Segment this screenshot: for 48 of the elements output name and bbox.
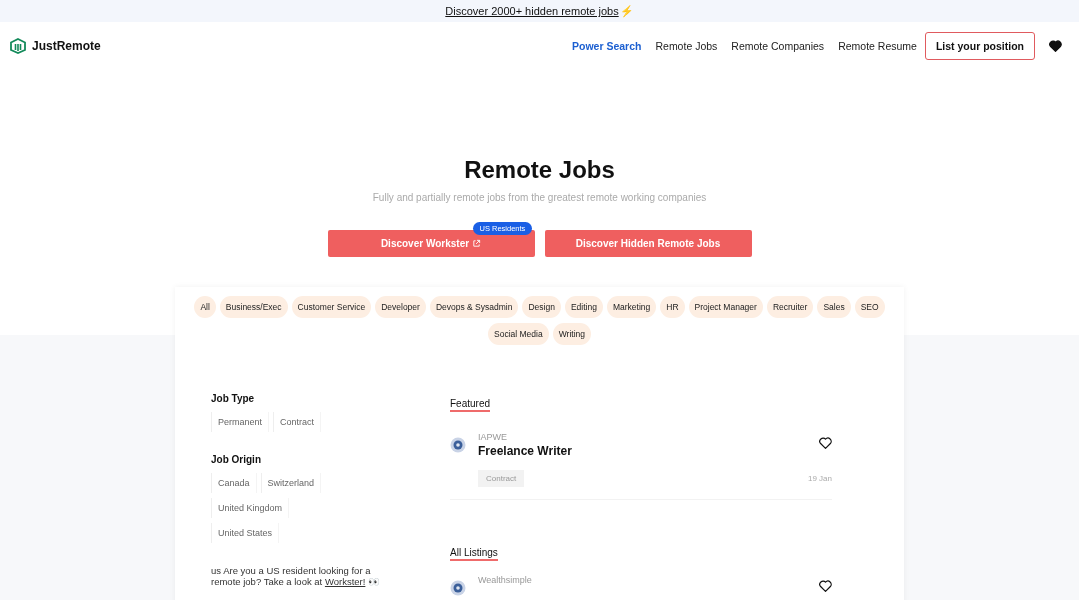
heart-icon[interactable] (819, 437, 832, 449)
category-chip[interactable]: All (194, 296, 216, 318)
nav-link[interactable]: Remote Companies (731, 40, 825, 52)
logo-icon[interactable] (10, 38, 26, 54)
category-chip[interactable]: Business/Exec (219, 296, 288, 318)
page-subtitle: Fully and partially remote jobs from the greatest remote working companies (371, 192, 708, 203)
heart-icon[interactable] (1049, 40, 1062, 52)
category-chip[interactable]: Social Media (488, 323, 549, 345)
filter-option[interactable]: Canada (211, 473, 257, 493)
company-logo-icon (450, 580, 466, 596)
workster-link[interactable]: Workster! (324, 576, 366, 588)
filter-title: Job Origin (211, 454, 262, 465)
category-chip[interactable]: Editing (564, 296, 603, 318)
category-chip[interactable]: Devops & Sysadmin (429, 296, 519, 318)
job-title[interactable]: Freelance Writer (478, 444, 832, 458)
lightning-icon: ⚡ (619, 4, 634, 18)
nav-link[interactable]: Power Search (572, 40, 642, 52)
job-type-tag: Contract (478, 470, 525, 487)
filter-option[interactable]: United Kingdom (211, 498, 290, 518)
category-chip[interactable]: Recruiter (766, 296, 814, 318)
announcement-link[interactable]: Discover 2000+ hidden remote jobs (445, 5, 619, 17)
nav-link[interactable]: Remote Jobs (655, 40, 718, 52)
category-chip[interactable]: Developer (375, 296, 426, 318)
brand-name[interactable]: JustRemote (32, 39, 101, 53)
filter-option[interactable]: Contract (273, 412, 322, 432)
page-title: Remote Jobs (463, 156, 616, 184)
filter-option[interactable]: Permanent (211, 412, 270, 432)
category-chip[interactable]: SEO (854, 296, 885, 318)
filter-option[interactable]: United States (211, 523, 280, 543)
category-chip[interactable]: Marketing (606, 296, 657, 318)
promo-text: us Are you a US resident looking for a remote job? Take a look at Workster! 👀 (211, 565, 381, 588)
category-chip[interactable]: Project Manager (688, 296, 763, 318)
section-title: All Listings (450, 547, 498, 561)
post-date: 19 Jan (807, 474, 832, 483)
company-logo-icon (450, 437, 466, 453)
category-chip[interactable]: Customer Service (291, 296, 372, 318)
filter-option[interactable]: Switzerland (260, 473, 322, 493)
heart-icon[interactable] (819, 580, 832, 592)
category-chip[interactable]: Sales (817, 296, 851, 318)
company-name: IAPWE (478, 432, 508, 442)
filter-title: Job Type (211, 393, 256, 404)
category-chip[interactable]: Design (522, 296, 561, 318)
company-name: Wealthsimple (478, 575, 533, 585)
nav-link[interactable]: Remote Resume (838, 40, 917, 52)
category-chip[interactable]: Writing (552, 323, 591, 345)
category-chip[interactable]: HR (660, 296, 685, 318)
list-position-button[interactable]: List your position (924, 32, 1035, 60)
section-title: Featured (450, 398, 491, 412)
